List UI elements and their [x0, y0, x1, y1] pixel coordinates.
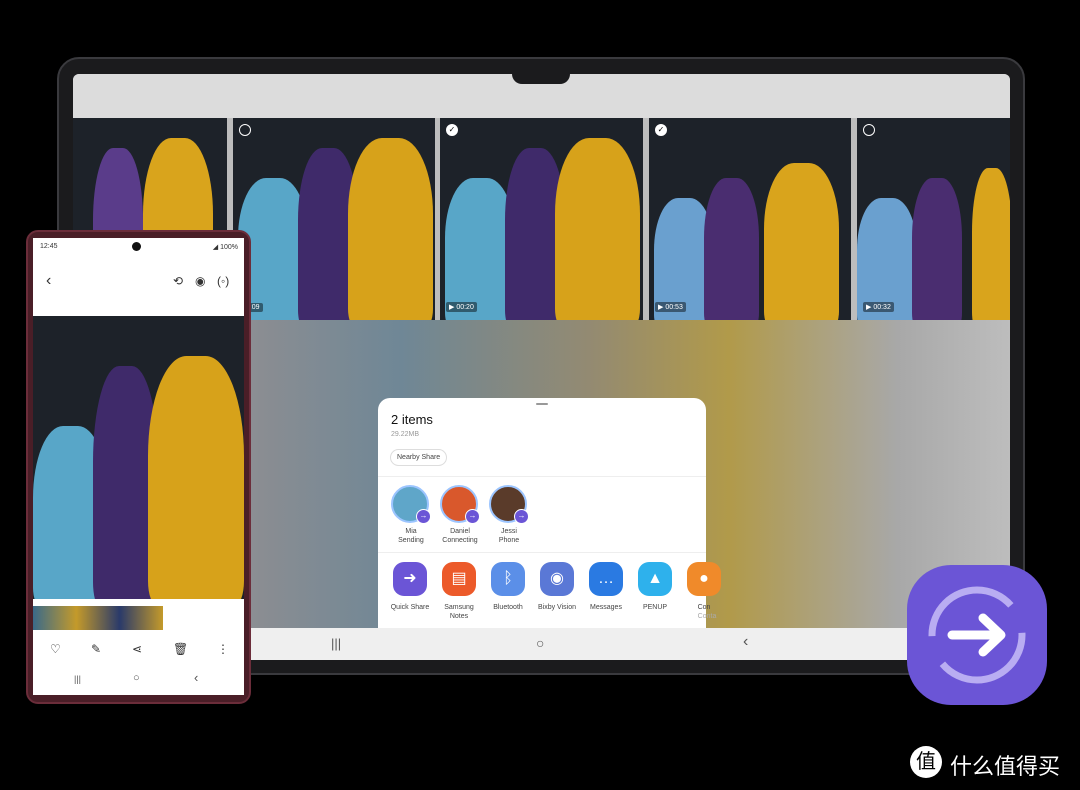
- contact-mia[interactable]: → Mia Sending: [391, 485, 431, 545]
- select-checkbox[interactable]: [863, 124, 875, 136]
- contact-jessi[interactable]: → Jessi Phone: [489, 485, 529, 545]
- back-button[interactable]: ‹: [743, 633, 748, 651]
- duration-text: 00:20: [456, 304, 474, 311]
- app-label: Messages: [590, 604, 622, 611]
- more-icon[interactable]: ⋮: [217, 642, 229, 656]
- front-camera: [132, 242, 141, 251]
- share-icon[interactable]: ⋖: [132, 642, 142, 656]
- contact-name: Jessi: [501, 528, 517, 535]
- eye-icon: ◉: [540, 562, 574, 596]
- avatar: →: [440, 485, 480, 524]
- message-icon: …: [589, 562, 623, 596]
- video-thumbnail[interactable]: ✓ ▶ 00:53: [649, 118, 851, 320]
- contact-name: Mia: [405, 528, 417, 535]
- contact-name: Daniel: [450, 528, 470, 535]
- battery-status: ◢ 100%: [212, 244, 238, 251]
- duration-text: 00:53: [665, 304, 683, 311]
- share-app-message[interactable]: … Messages: [589, 562, 629, 612]
- camera-notch: [512, 66, 570, 84]
- heart-icon[interactable]: ♡: [50, 642, 61, 656]
- selected-check-icon[interactable]: ✓: [655, 124, 667, 136]
- thumbnail-strip[interactable]: [33, 606, 163, 630]
- phone-recents-button[interactable]: |||: [74, 674, 81, 684]
- nearby-share-button[interactable]: Nearby Share: [390, 449, 448, 466]
- share-app-eye[interactable]: ◉ Bixby Vision: [538, 562, 580, 612]
- quick-share-logo-icon: [907, 565, 1047, 705]
- share-app-contacts[interactable]: ● Con Conta: [687, 562, 727, 621]
- app-label: Bluetooth: [493, 604, 523, 611]
- share-sheet: 2 items 29.22MB Nearby Share → Mia Sendi…: [378, 398, 721, 628]
- duration-text: 00:32: [873, 304, 891, 311]
- app-label: Samsung Notes: [444, 604, 474, 620]
- quick-share-badge-icon: →: [416, 509, 431, 524]
- app-label: Quick Share: [390, 604, 430, 611]
- penup-icon: ▲: [638, 562, 672, 596]
- video-thumbnail[interactable]: ▶ 00:32: [857, 118, 1010, 320]
- video-duration: ▶ 00:32: [863, 302, 894, 312]
- share-size: 29.22MB: [391, 431, 420, 438]
- watermark-logo: 值: [910, 746, 942, 778]
- bluetooth-icon: ᛒ: [491, 562, 525, 596]
- quick-share-badge-icon: →: [465, 509, 480, 524]
- avatar: →: [489, 485, 529, 524]
- app-label: Con: [697, 604, 711, 611]
- video-thumbnail[interactable]: 08:09: [233, 118, 435, 320]
- share-app-notes[interactable]: ▤ Samsung Notes: [442, 562, 482, 621]
- battery-text: 100%: [220, 244, 238, 251]
- divider: [378, 552, 706, 553]
- app-label: Bixby Vision: [537, 604, 576, 611]
- motion-icon[interactable]: (◦): [217, 274, 229, 288]
- contact-status: Connecting: [442, 537, 478, 544]
- share-app-penup[interactable]: ▲ PENUP: [638, 562, 678, 612]
- video-thumbnail[interactable]: ✓ ▶ 00:20: [440, 118, 643, 320]
- contact-status: Sending: [398, 537, 424, 544]
- watermark-text: 什么值得买: [950, 754, 1061, 779]
- selected-check-icon[interactable]: ✓: [446, 124, 458, 136]
- share-title: 2 items: [391, 412, 433, 427]
- main-photo[interactable]: [33, 316, 244, 599]
- avatar: →: [391, 485, 431, 524]
- app-label: PENUP: [642, 604, 668, 611]
- eye-icon[interactable]: ◉: [195, 274, 205, 288]
- phone-time: 12:45: [40, 243, 58, 250]
- notes-icon: ▤: [442, 562, 476, 596]
- remaster-icon[interactable]: ⟲: [173, 274, 183, 288]
- home-button[interactable]: ○: [536, 635, 544, 651]
- video-duration: ▶ 00:20: [446, 302, 477, 312]
- edit-icon[interactable]: ✎: [91, 642, 101, 656]
- select-checkbox[interactable]: [239, 124, 251, 136]
- contact-status: Phone: [498, 537, 520, 544]
- phone-home-button[interactable]: ○: [133, 672, 140, 684]
- recents-button[interactable]: |||: [331, 636, 341, 651]
- app-sublabel: Conta: [697, 613, 717, 620]
- share-app-bluetooth[interactable]: ᛒ Bluetooth: [491, 562, 531, 612]
- back-icon[interactable]: ‹: [46, 272, 51, 290]
- phone-back-button[interactable]: ‹: [194, 670, 198, 685]
- delete-icon[interactable]: 🗑: [173, 642, 188, 656]
- divider: [378, 476, 706, 477]
- video-duration: ▶ 00:53: [655, 302, 686, 312]
- contacts-icon: ●: [687, 562, 721, 596]
- share-app-quick-share[interactable]: ➜ Quick Share: [391, 562, 433, 612]
- quick-share-icon: ➜: [393, 562, 427, 596]
- drag-handle[interactable]: [536, 403, 548, 405]
- phone-screen: 12:45 ◢ 100% ‹ ⟲ ◉ (◦) ♡ ✎ ⋖ 🗑 ⋮ ||| ○ ‹: [33, 238, 244, 695]
- quick-share-badge-icon: →: [514, 509, 529, 524]
- contact-daniel[interactable]: → Daniel Connecting: [440, 485, 480, 545]
